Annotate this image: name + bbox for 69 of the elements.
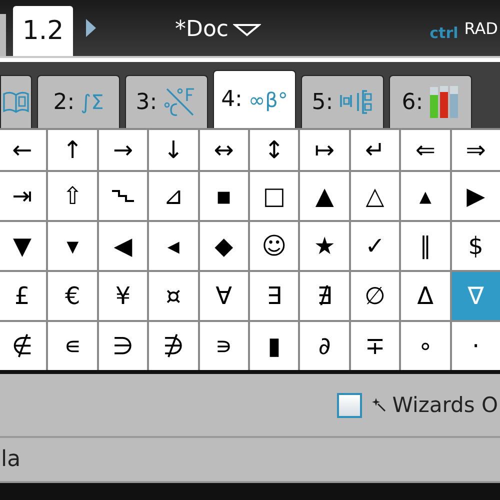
category-tab[interactable]: 2: ∫Σ (37, 75, 120, 128)
symbol-cell[interactable]: ◆ (200, 222, 248, 270)
symbol-cell[interactable]: € (48, 272, 97, 320)
category-tab[interactable]: 4: ∞β° (213, 70, 296, 128)
ctrl-indicator: ctrl (430, 24, 458, 42)
symbol-cell[interactable]: ¥ (98, 272, 148, 320)
symbol-cell[interactable]: Δ (401, 272, 450, 320)
category-tab[interactable]: 6: (389, 75, 472, 128)
symbol-cell[interactable]: ∀ (200, 272, 248, 320)
matrix-icon (339, 89, 374, 115)
symbol-cell[interactable]: ↑ (48, 130, 97, 170)
symbol-cell[interactable]: ▮ (250, 322, 298, 370)
symbol-cell[interactable]: ⇧ (48, 172, 97, 220)
category-tab[interactable] (0, 75, 32, 128)
entry-line-text: la (1, 447, 21, 472)
symbol-cell[interactable] (98, 172, 148, 220)
symbol-cell[interactable]: £ (0, 272, 46, 320)
symbol-cell[interactable]: ◂ (149, 222, 198, 270)
book-icon (3, 89, 29, 115)
next-page-icon[interactable] (85, 18, 97, 38)
symbol-cell[interactable]: ▲ (300, 172, 349, 220)
symbol-cell[interactable]: ∍ (200, 322, 248, 370)
page-tab[interactable]: 1.2 (13, 6, 73, 56)
symbol-cell[interactable]: ↓ (149, 130, 198, 170)
symbol-cell[interactable]: ↕ (250, 130, 298, 170)
symbol-cell[interactable]: △ (350, 172, 400, 220)
symbol-cell[interactable]: ∊ (48, 322, 97, 370)
symbol-cell[interactable]: ▪ (200, 172, 248, 220)
symbol-cell[interactable]: ▴ (401, 172, 450, 220)
test-tubes-icon (429, 85, 460, 119)
symbol-cell[interactable]: ∋ (98, 322, 148, 370)
symbol-cell[interactable]: □ (250, 172, 298, 220)
symbol-cell[interactable]: $ (452, 222, 500, 270)
symbol-cell[interactable]: ▾ (48, 222, 97, 270)
category-tab[interactable]: 3: (125, 75, 208, 128)
symbol-cell[interactable]: ∅ (350, 272, 400, 320)
symbol-cell[interactable]: ↵ (350, 130, 400, 170)
step-function-icon (110, 189, 135, 203)
symbol-cell[interactable]: ⊿ (149, 172, 198, 220)
symbol-cell[interactable]: ∓ (350, 322, 400, 370)
symbol-cell[interactable]: ↦ (300, 130, 349, 170)
symbol-cell[interactable]: ★ (300, 222, 349, 270)
symbol-cell[interactable]: ∂ (300, 322, 349, 370)
symbol-cell[interactable]: ∥ (401, 222, 450, 270)
symbol-cell[interactable]: ∉ (0, 322, 46, 370)
category-tab[interactable]: 5: (301, 75, 384, 128)
symbol-cell[interactable]: ∌ (149, 322, 198, 370)
symbol-cell[interactable]: ✓ (350, 222, 400, 270)
symbol-cell[interactable]: ⇐ (401, 130, 450, 170)
wizards-checkbox[interactable] (337, 392, 362, 418)
wizards-label: Wizards O (392, 393, 498, 417)
symbol-cell[interactable]: ☺ (250, 222, 298, 270)
symbol-cell[interactable]: · (452, 322, 500, 370)
angle-mode: RAD (464, 19, 498, 38)
symbol-cell[interactable]: ∃ (250, 272, 298, 320)
symbol-cell[interactable]: ◀ (98, 222, 148, 270)
symbol-cell[interactable]: ← (0, 130, 46, 170)
symbol-cell[interactable]: ⇒ (452, 130, 500, 170)
symbol-cell[interactable]: ¤ (149, 272, 198, 320)
symbol-cell[interactable]: ∄ (300, 272, 349, 320)
symbol-cell[interactable]: ↔ (200, 130, 248, 170)
symbol-cell[interactable]: ▶ (452, 172, 500, 220)
dropdown-caret-icon[interactable] (232, 22, 260, 36)
symbol-cell[interactable]: ▼ (0, 222, 46, 270)
document-title[interactable]: *Doc (175, 17, 228, 42)
symbol-cell[interactable]: ∘ (401, 322, 450, 370)
symbol-cell[interactable]: ⇥ (0, 172, 46, 220)
symbol-cell[interactable]: → (98, 130, 148, 170)
magic-wand-icon (372, 398, 386, 412)
